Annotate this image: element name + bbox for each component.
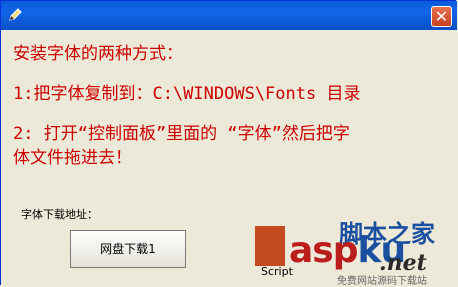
jb-logo-mark [255, 226, 285, 266]
title-bar[interactable]: ✕ [1, 1, 457, 30]
close-button[interactable]: ✕ [431, 6, 452, 27]
instruction-step-2-cont: 体文件拖进去！ [13, 148, 132, 168]
download-label: 字体下载地址： [21, 208, 98, 221]
instruction-heading: 安装字体的两种方式： [13, 44, 183, 64]
instruction-step-2: 2: 打开“控制面板”里面的 “字体”然后把字 [13, 124, 350, 144]
instruction-step-1: 1:把字体复制到：C:\WINDOWS\Fonts 目录 [13, 84, 361, 104]
watermark-logo: 脚本之家 aspku Script .net 免费网站源码下载站 [249, 210, 458, 287]
dialog-content: 安装字体的两种方式： 1:把字体复制到：C:\WINDOWS\Fonts 目录 … [1, 30, 458, 287]
close-icon: ✕ [434, 7, 449, 26]
watermark-tagline: 免费网站源码下载站 [337, 276, 427, 287]
dialog-window: ✕ 安装字体的两种方式： 1:把字体复制到：C:\WINDOWS\Fonts 目… [0, 0, 458, 287]
pencil-icon [9, 8, 22, 21]
netdisk-download-button[interactable]: 网盘下载1 [70, 230, 186, 268]
watermark-script-text: Script [261, 265, 293, 278]
